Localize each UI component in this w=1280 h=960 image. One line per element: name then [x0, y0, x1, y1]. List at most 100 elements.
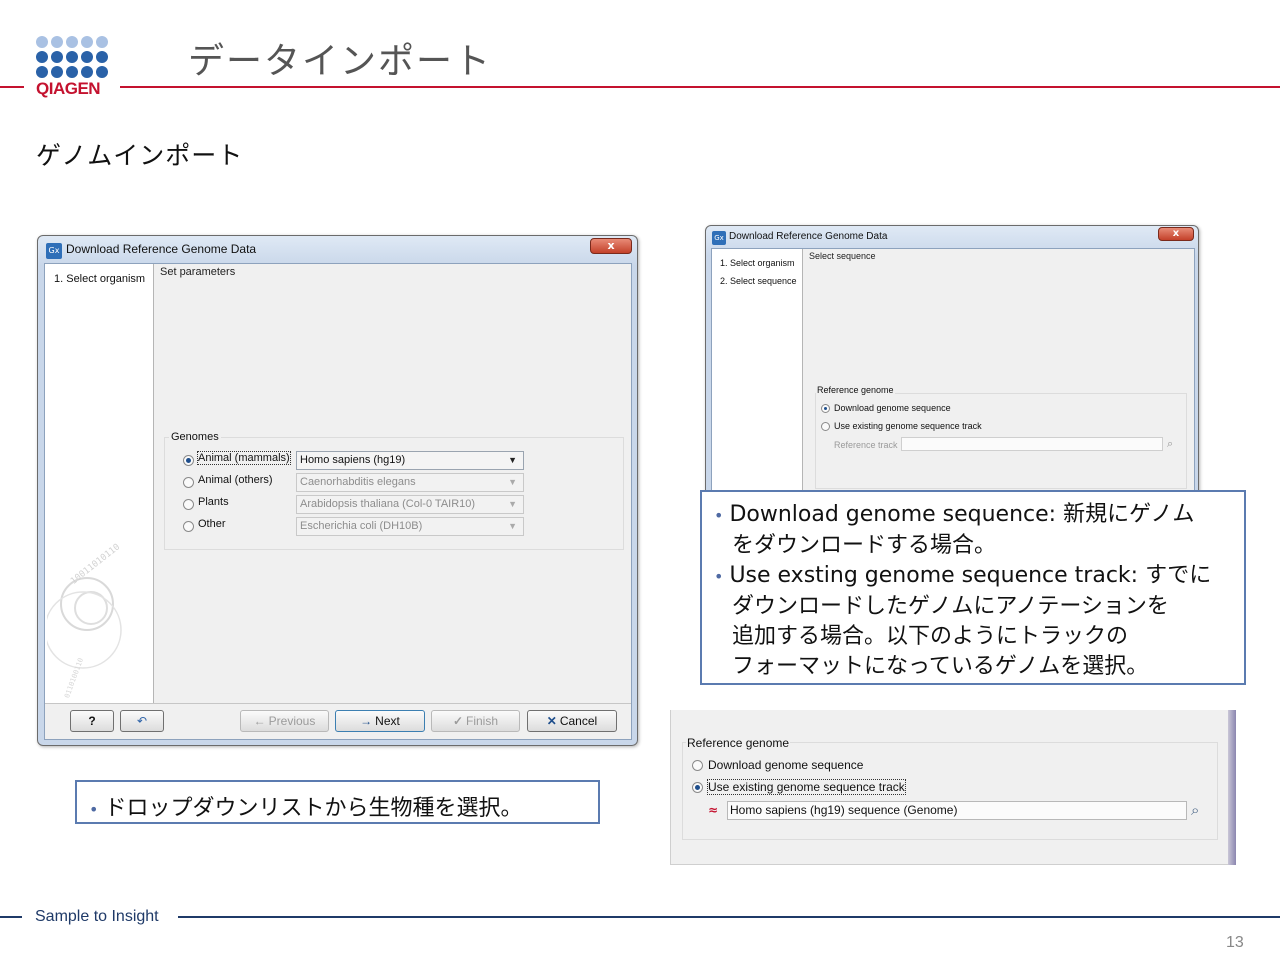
logo-dot	[51, 36, 63, 48]
radio-label-animal-others[interactable]: Animal (others)	[198, 474, 273, 486]
radio-download-genome[interactable]	[821, 404, 830, 413]
logo-dot	[96, 66, 108, 78]
browse-icon[interactable]: ⌕	[1191, 801, 1199, 819]
callout-line: ダウンロードしたゲノムにアノテーションを	[732, 594, 1169, 619]
radio-label-download-genome[interactable]: Download genome sequence	[834, 403, 951, 413]
radio-label-animal-mammals[interactable]: Animal (mammals)	[197, 451, 291, 465]
combo-value: Escherichia coli (DH10B)	[300, 520, 423, 532]
previous-button[interactable]: ← Previous	[240, 710, 329, 732]
callout-line: 追加する場合。以下のようにトラックの	[732, 624, 1129, 649]
undo-icon: ↶	[136, 714, 148, 728]
wizard-steps: 1. Select organism 10011010110 011010011…	[45, 264, 154, 703]
logo-dot	[81, 66, 93, 78]
footer-tagline: Sample to Insight	[35, 908, 159, 925]
radio-label-use-existing-track[interactable]: Use existing genome sequence track	[707, 779, 906, 795]
dna-sequence-icon: ≈	[708, 803, 718, 817]
app-icon: Gx	[712, 231, 726, 245]
app-icon: Gx	[46, 243, 62, 259]
reference-track-field[interactable]: Homo sapiens (hg19) sequence (Genome)	[727, 801, 1187, 820]
check-icon: ✓	[452, 714, 464, 728]
header-rule	[120, 86, 1280, 88]
reference-genome-group-title: Reference genome	[686, 736, 791, 750]
combo-value: Homo sapiens (hg19)	[300, 454, 406, 466]
radio-label-use-existing-track[interactable]: Use existing genome sequence track	[834, 421, 982, 431]
reference-track-label: Reference track	[834, 440, 898, 450]
callout-item-existing: • Use exsting genome sequence track: すでに …	[714, 561, 1244, 682]
radio-label-plants[interactable]: Plants	[198, 496, 229, 508]
page-number: 13	[1226, 934, 1244, 951]
finish-label: Finish	[466, 714, 499, 728]
chevron-down-icon: ▼	[508, 521, 517, 531]
header-rule-left	[0, 86, 24, 88]
arrow-left-icon: ←	[253, 714, 266, 728]
combo-plants[interactable]: Arabidopsis thaliana (Col-0 TAIR10) ▼	[296, 495, 524, 514]
radio-use-existing-track[interactable]	[821, 422, 830, 431]
panel-right-border	[1228, 710, 1236, 865]
combo-value: Caenorhabditis elegans	[300, 476, 416, 488]
reference-track-field[interactable]	[901, 437, 1163, 451]
bullet: •	[714, 567, 724, 586]
callout-dropdown-hint: • ドロップダウンリストから生物種を選択。	[75, 780, 600, 824]
combo-value: Arabidopsis thaliana (Col-0 TAIR10)	[300, 498, 476, 510]
radio-other[interactable]	[183, 521, 194, 532]
logo-dot	[51, 66, 63, 78]
next-button[interactable]: → Next	[335, 710, 425, 732]
swirl-watermark: 10011010110 0110100110	[47, 542, 122, 699]
dialog-select-organism: Gx Download Reference Genome Data x 1. S…	[37, 235, 638, 746]
dialog-select-sequence: Gx Download Reference Genome Data x 1. S…	[705, 225, 1199, 505]
finish-button[interactable]: ✓ Finish	[431, 710, 520, 732]
callout-item-download: • Download genome sequence: 新規にゲノム をダウンロー…	[714, 500, 1244, 561]
cancel-label: Cancel	[559, 714, 598, 728]
combo-animal-mammals[interactable]: Homo sapiens (hg19) ▼	[296, 451, 524, 470]
logo-wordmark: QIAGEN	[36, 79, 101, 98]
callout-reference-options: • Download genome sequence: 新規にゲノム をダウンロー…	[700, 490, 1246, 685]
logo-dot	[81, 51, 93, 63]
slide-subtitle: ゲノムインポート	[36, 141, 244, 170]
footer-rule	[178, 916, 1280, 918]
wizard-step: 1. Select organism	[720, 258, 795, 268]
dialog-body: 1. Select organism 2. Select sequence Se…	[711, 248, 1195, 504]
dialog-title: Download Reference Genome Data	[729, 231, 888, 242]
help-button[interactable]: ?	[70, 710, 114, 732]
slide-title: データインポート	[188, 41, 493, 82]
previous-label: Previous	[268, 714, 316, 728]
logo-dot	[51, 51, 63, 63]
callout-line: Use exsting genome sequence track: すでに	[729, 563, 1212, 588]
button-bar: ? ↶ ← Previous → Next ✓ Finish ✕ Cancel	[45, 703, 631, 739]
callout-text: ドロップダウンリストから生物種を選択。	[104, 796, 523, 821]
close-button[interactable]: x	[590, 238, 632, 254]
logo-dots	[36, 36, 110, 78]
chevron-down-icon: ▼	[508, 455, 517, 465]
combo-other[interactable]: Escherichia coli (DH10B) ▼	[296, 517, 524, 536]
panel-title: Set parameters	[160, 266, 236, 278]
logo-dot	[36, 36, 48, 48]
browse-icon[interactable]: ⌕	[1167, 437, 1173, 451]
reset-button[interactable]: ↶	[120, 710, 164, 732]
reference-genome-group-title: Reference genome	[816, 385, 895, 395]
radio-download-genome[interactable]	[692, 760, 703, 771]
reference-genome-panel-crop: Reference genome Download genome sequenc…	[670, 710, 1236, 865]
wizard-step: 2. Select sequence	[720, 276, 797, 286]
radio-use-existing-track[interactable]	[692, 782, 703, 793]
footer-rule-left	[0, 916, 22, 918]
genomes-group-title: Genomes	[169, 431, 221, 443]
dialog-body: 1. Select organism 10011010110 011010011…	[44, 263, 632, 740]
logo-dot	[66, 66, 78, 78]
close-button[interactable]: x	[1158, 227, 1194, 241]
cancel-button[interactable]: ✕ Cancel	[527, 710, 617, 732]
qiagen-logo: QIAGEN	[36, 36, 110, 98]
logo-dot	[66, 51, 78, 63]
bullet: •	[714, 506, 724, 525]
dialog-titlebar: Gx Download Reference Genome Data x	[38, 236, 637, 260]
wizard-step: 1. Select organism	[54, 273, 146, 285]
radio-plants[interactable]	[183, 499, 194, 510]
radio-animal-others[interactable]	[183, 477, 194, 488]
logo-dot	[81, 36, 93, 48]
radio-label-download-genome[interactable]: Download genome sequence	[708, 758, 863, 772]
radio-label-other[interactable]: Other	[198, 518, 226, 530]
radio-animal-mammals[interactable]	[183, 455, 194, 466]
panel-title: Select sequence	[809, 251, 876, 261]
arrow-right-icon: →	[360, 714, 373, 728]
combo-animal-others[interactable]: Caenorhabditis elegans ▼	[296, 473, 524, 492]
logo-dot	[66, 36, 78, 48]
